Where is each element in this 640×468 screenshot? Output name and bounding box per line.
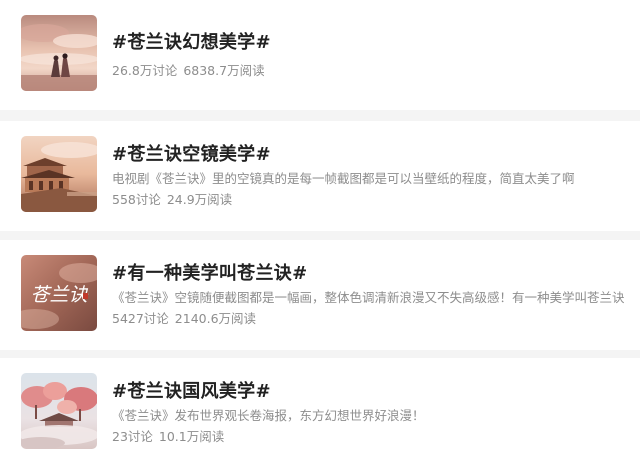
topic-description: 电视剧《苍兰诀》里的空镜真的是每一帧截图都是可以当壁纸的程度，简直太美了啊: [112, 171, 575, 186]
topic-thumbnail[interactable]: 苍兰诀: [21, 255, 97, 331]
discussion-count: 5427讨论: [112, 311, 169, 326]
topic-thumbnail[interactable]: [21, 136, 97, 212]
topic-info: #苍兰诀国风美学# 《苍兰诀》发布世界观长卷海报，东方幻想世界好浪漫！ 23讨论…: [112, 358, 640, 468]
topic-info: #苍兰诀幻想美学# 26.8万讨论 6838.7万阅读: [112, 0, 640, 110]
topic-description: 《苍兰诀》空镜随便截图都是一幅画，整体色调清新浪漫又不失高级感！有一种美学叫苍兰…: [112, 290, 625, 305]
palace-architecture-image: [21, 136, 97, 212]
topic-description: 《苍兰诀》发布世界观长卷海报，东方幻想世界好浪漫！: [112, 408, 425, 423]
read-count: 24.9万阅读: [166, 192, 233, 207]
calligraphy-title-image: 苍兰诀: [21, 255, 97, 331]
topic-title[interactable]: #苍兰诀国风美学#: [112, 377, 271, 403]
pink-trees-landscape-image: [21, 373, 97, 449]
topic-thumbnail[interactable]: [21, 373, 97, 449]
topic-stats: 5427讨论 2140.6万阅读: [112, 308, 258, 327]
topic-list: #苍兰诀幻想美学# 26.8万讨论 6838.7万阅读 #苍兰诀空镜美学# 电视…: [0, 0, 640, 468]
discussion-count: 26.8万讨论: [112, 63, 178, 78]
discussion-count: 558讨论: [112, 192, 161, 207]
couple-under-sky-image: [21, 15, 97, 91]
topic-stats: 26.8万讨论 6838.7万阅读: [112, 60, 267, 79]
topic-title[interactable]: #苍兰诀空镜美学#: [112, 140, 271, 166]
topic-card[interactable]: #苍兰诀幻想美学# 26.8万讨论 6838.7万阅读: [0, 0, 640, 110]
topic-stats: 23讨论 10.1万阅读: [112, 426, 226, 445]
topic-thumbnail[interactable]: [21, 15, 97, 91]
topic-card[interactable]: #苍兰诀国风美学# 《苍兰诀》发布世界观长卷海报，东方幻想世界好浪漫！ 23讨论…: [0, 358, 640, 468]
read-count: 2140.6万阅读: [174, 311, 257, 326]
topic-stats: 558讨论 24.9万阅读: [112, 189, 234, 208]
read-count: 10.1万阅读: [158, 429, 225, 444]
topic-info: #苍兰诀空镜美学# 电视剧《苍兰诀》里的空镜真的是每一帧截图都是可以当壁纸的程度…: [112, 121, 640, 231]
topic-title[interactable]: #有一种美学叫苍兰诀#: [112, 259, 307, 285]
topic-card[interactable]: #苍兰诀空镜美学# 电视剧《苍兰诀》里的空镜真的是每一帧截图都是可以当壁纸的程度…: [0, 121, 640, 231]
read-count: 6838.7万阅读: [183, 63, 265, 78]
discussion-count: 23讨论: [112, 429, 153, 444]
calligraphy-title: 苍兰诀: [30, 284, 88, 306]
topic-info: #有一种美学叫苍兰诀# 《苍兰诀》空镜随便截图都是一幅画，整体色调清新浪漫又不失…: [112, 240, 640, 350]
topic-title[interactable]: #苍兰诀幻想美学#: [112, 28, 271, 54]
topic-card[interactable]: 苍兰诀 #有一种美学叫苍兰诀# 《苍兰诀》空镜随便截图都是一幅画，整体色调清新浪…: [0, 240, 640, 350]
